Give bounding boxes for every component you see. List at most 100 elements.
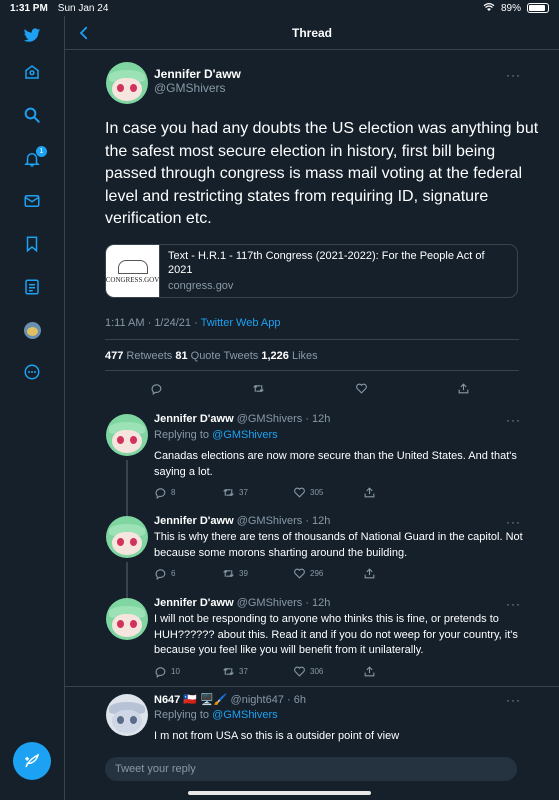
- share-icon: [458, 383, 469, 394]
- author-handle[interactable]: @GMShivers: [154, 81, 226, 95]
- reply-text: I will not be responding to anyone who t…: [154, 613, 518, 656]
- status-time: 1:31 PM: [10, 2, 48, 14]
- thread-main: Jennifer D'aww @GMShivers ··· In case yo…: [65, 50, 559, 742]
- retweet-icon: [253, 385, 264, 392]
- author-handle-time[interactable]: @GMShivers · 12h: [234, 515, 331, 527]
- avatar[interactable]: [106, 598, 148, 640]
- replying-label: Replying to: [154, 429, 213, 441]
- tweet-stats: 477 Retweets 81 Quote Tweets 1,226 Likes: [105, 350, 318, 362]
- avatar[interactable]: [106, 516, 148, 558]
- more-options-icon[interactable]: ···: [506, 693, 521, 707]
- like-button[interactable]: [355, 382, 368, 395]
- page-title: Thread: [291, 25, 332, 40]
- reply-tweet[interactable]: Jennifer D'aww @GMShivers · 12h ··· I wi…: [65, 594, 559, 686]
- heart-icon: [294, 666, 305, 677]
- reply-tweet[interactable]: Jennifer D'aww @GMShivers · 12h ··· Repl…: [65, 410, 559, 516]
- retweet-count[interactable]: 477: [105, 350, 123, 362]
- status-bar: 1:31 PM Sun Jan 24 89%: [0, 0, 559, 16]
- tweet-text: In case you had any doubts the US electi…: [105, 120, 539, 227]
- retweet-button[interactable]: 37: [222, 486, 248, 499]
- lists-icon[interactable]: [22, 277, 42, 297]
- replying-to: Replying to @GMShivers: [154, 429, 278, 441]
- more-options-icon[interactable]: ···: [506, 597, 521, 611]
- share-icon: [364, 666, 375, 677]
- card-thumb-text: CONGRESS.GOV: [105, 276, 160, 284]
- profile-icon[interactable]: [22, 320, 42, 340]
- share-button[interactable]: [363, 665, 376, 678]
- retweet-icon: [223, 570, 234, 577]
- reply-button[interactable]: [150, 382, 163, 395]
- heart-icon: [356, 383, 367, 394]
- share-icon: [364, 568, 375, 579]
- more-options-icon[interactable]: ···: [506, 68, 521, 82]
- reply-header: Jennifer D'aww @GMShivers · 12h: [154, 515, 330, 527]
- thread-header: Thread: [65, 16, 559, 50]
- home-indicator: [188, 791, 371, 795]
- avatar[interactable]: [106, 694, 148, 736]
- author-handle-time[interactable]: @night647 · 6h: [228, 694, 306, 706]
- card-domain: congress.gov: [168, 280, 234, 292]
- card-title: Text - H.R.1 - 117th Congress (2021-2022…: [168, 250, 485, 276]
- card-thumbnail: CONGRESS.GOV: [105, 245, 160, 297]
- reply-header: Jennifer D'aww @GMShivers · 12h: [154, 597, 330, 609]
- retweet-button[interactable]: 39: [222, 567, 248, 580]
- reply-text: This is why there are tens of thousands …: [154, 531, 523, 559]
- reply-header: N647 🇨🇱 🖥️🖌️ @night647 · 6h: [154, 693, 306, 706]
- share-button[interactable]: [363, 486, 376, 499]
- more-options-icon[interactable]: ···: [506, 515, 521, 529]
- share-button[interactable]: [457, 382, 470, 395]
- battery-percent: 89%: [500, 2, 521, 14]
- reply-count: 10: [171, 667, 180, 676]
- avatar[interactable]: [106, 62, 148, 104]
- main-tweet[interactable]: Jennifer D'aww @GMShivers ··· In case yo…: [65, 50, 559, 400]
- author-name[interactable]: Jennifer D'aww: [154, 67, 241, 81]
- messages-icon[interactable]: [22, 191, 42, 211]
- chevron-left-icon: [79, 26, 88, 40]
- client-link[interactable]: Twitter Web App: [201, 317, 281, 329]
- tweet-reply-input[interactable]: Tweet your reply: [105, 757, 517, 781]
- reply-placeholder: Tweet your reply: [115, 763, 196, 775]
- reply-count: 8: [171, 488, 176, 497]
- back-button[interactable]: [75, 24, 93, 42]
- author-name[interactable]: Jennifer D'aww: [154, 413, 234, 425]
- more-icon[interactable]: [22, 362, 42, 382]
- like-count[interactable]: 1,226: [261, 350, 289, 362]
- retweet-icon: [223, 489, 234, 496]
- quote-count[interactable]: 81: [175, 350, 187, 362]
- compose-tweet-button[interactable]: [13, 742, 51, 780]
- replying-to: Replying to @GMShivers: [154, 709, 278, 721]
- like-button[interactable]: 306: [293, 665, 323, 678]
- replying-to-user[interactable]: @GMShivers: [212, 429, 278, 441]
- reply-text: Canadas elections are now more secure th…: [154, 450, 517, 478]
- retweet-count: 39: [239, 569, 248, 578]
- share-button[interactable]: [363, 567, 376, 580]
- like-button[interactable]: 296: [293, 567, 323, 580]
- reply-button[interactable]: 6: [154, 567, 175, 580]
- reply-button[interactable]: 10: [154, 665, 180, 678]
- search-icon[interactable]: [22, 105, 42, 125]
- retweet-button[interactable]: [252, 382, 265, 395]
- author-handle-time[interactable]: @GMShivers · 12h: [234, 597, 331, 609]
- bookmarks-icon[interactable]: [22, 234, 42, 254]
- home-icon[interactable]: [22, 62, 42, 82]
- like-button[interactable]: 305: [293, 486, 323, 499]
- author-name[interactable]: Jennifer D'aww: [154, 597, 234, 609]
- like-count: 305: [310, 488, 324, 497]
- notifications-icon[interactable]: 1: [22, 146, 47, 169]
- author-name[interactable]: Jennifer D'aww: [154, 515, 234, 527]
- retweet-button[interactable]: 37: [222, 665, 248, 678]
- tweet-timestamp: 1:11 AM · 1/24/21 · Twitter Web App: [105, 317, 281, 329]
- author-name[interactable]: N647 🇨🇱 🖥️🖌️: [154, 694, 228, 706]
- avatar[interactable]: [106, 414, 148, 456]
- link-card[interactable]: CONGRESS.GOV Text - H.R.1 - 117th Congre…: [105, 244, 518, 298]
- replying-to-user[interactable]: @GMShivers: [212, 709, 278, 721]
- reply-tweet[interactable]: Jennifer D'aww @GMShivers · 12h ··· This…: [65, 512, 559, 598]
- author-handle-time[interactable]: @GMShivers · 12h: [234, 413, 331, 425]
- heart-icon: [294, 487, 305, 498]
- more-options-icon[interactable]: ···: [506, 413, 521, 427]
- quotes-label: Quote Tweets: [187, 350, 262, 362]
- reply-tweet[interactable]: N647 🇨🇱 🖥️🖌️ @night647 · 6h ··· Replying…: [65, 690, 559, 752]
- twitter-logo-icon[interactable]: [22, 25, 42, 45]
- reply-button[interactable]: 8: [154, 486, 175, 499]
- wifi-icon: [483, 2, 495, 15]
